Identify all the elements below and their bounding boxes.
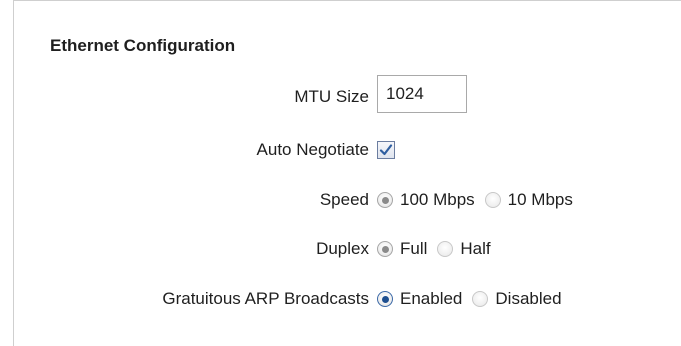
speed-100-label: 100 Mbps — [400, 190, 475, 209]
duplex-option-half[interactable]: Half — [437, 239, 491, 259]
duplex-option-full[interactable]: Full — [377, 239, 427, 259]
duplex-full-radio[interactable] — [377, 241, 393, 257]
arp-enabled-label: Enabled — [400, 289, 463, 308]
ethernet-configuration-panel: Ethernet Configuration MTU Size Auto Neg… — [13, 0, 681, 346]
speed-option-100[interactable]: 100 Mbps — [377, 190, 475, 210]
duplex-half-label: Half — [460, 239, 491, 258]
speed-control: 100 Mbps 10 Mbps — [377, 184, 583, 216]
duplex-label: Duplex — [316, 239, 369, 258]
arp-option-enabled[interactable]: Enabled — [377, 289, 462, 309]
mtu-row: MTU Size — [14, 75, 681, 113]
speed-10-label: 10 Mbps — [507, 190, 573, 209]
auto-negotiate-checkbox[interactable] — [377, 141, 395, 159]
auto-negotiate-control — [377, 134, 395, 166]
arp-disabled-radio[interactable] — [472, 291, 489, 307]
arp-row: Gratuitous ARP Broadcasts Enabled Disabl… — [14, 283, 681, 315]
arp-control: Enabled Disabled — [377, 283, 572, 315]
speed-label: Speed — [319, 190, 369, 209]
arp-option-disabled[interactable]: Disabled — [472, 289, 562, 309]
auto-negotiate-row: Auto Negotiate — [14, 134, 681, 166]
duplex-full-label: Full — [400, 239, 428, 258]
duplex-control: Full Half — [377, 233, 501, 265]
duplex-half-radio[interactable] — [437, 241, 454, 257]
mtu-label: MTU Size — [294, 87, 369, 106]
speed-option-10[interactable]: 10 Mbps — [484, 190, 573, 210]
radio-selected-dot-icon — [381, 295, 389, 303]
arp-disabled-label: Disabled — [495, 289, 562, 308]
arp-enabled-radio[interactable] — [377, 291, 393, 307]
speed-10-radio[interactable] — [484, 192, 501, 208]
auto-negotiate-label: Auto Negotiate — [256, 140, 369, 159]
section-title: Ethernet Configuration — [50, 36, 236, 55]
radio-selected-dot-icon — [381, 245, 389, 253]
mtu-input[interactable] — [377, 75, 467, 113]
speed-100-radio[interactable] — [377, 192, 393, 208]
speed-row: Speed 100 Mbps 10 Mbps — [14, 184, 681, 216]
mtu-control — [377, 75, 467, 113]
radio-selected-dot-icon — [381, 196, 389, 204]
arp-label: Gratuitous ARP Broadcasts — [162, 289, 369, 308]
checkmark-icon — [379, 144, 393, 156]
duplex-row: Duplex Full Half — [14, 233, 681, 265]
